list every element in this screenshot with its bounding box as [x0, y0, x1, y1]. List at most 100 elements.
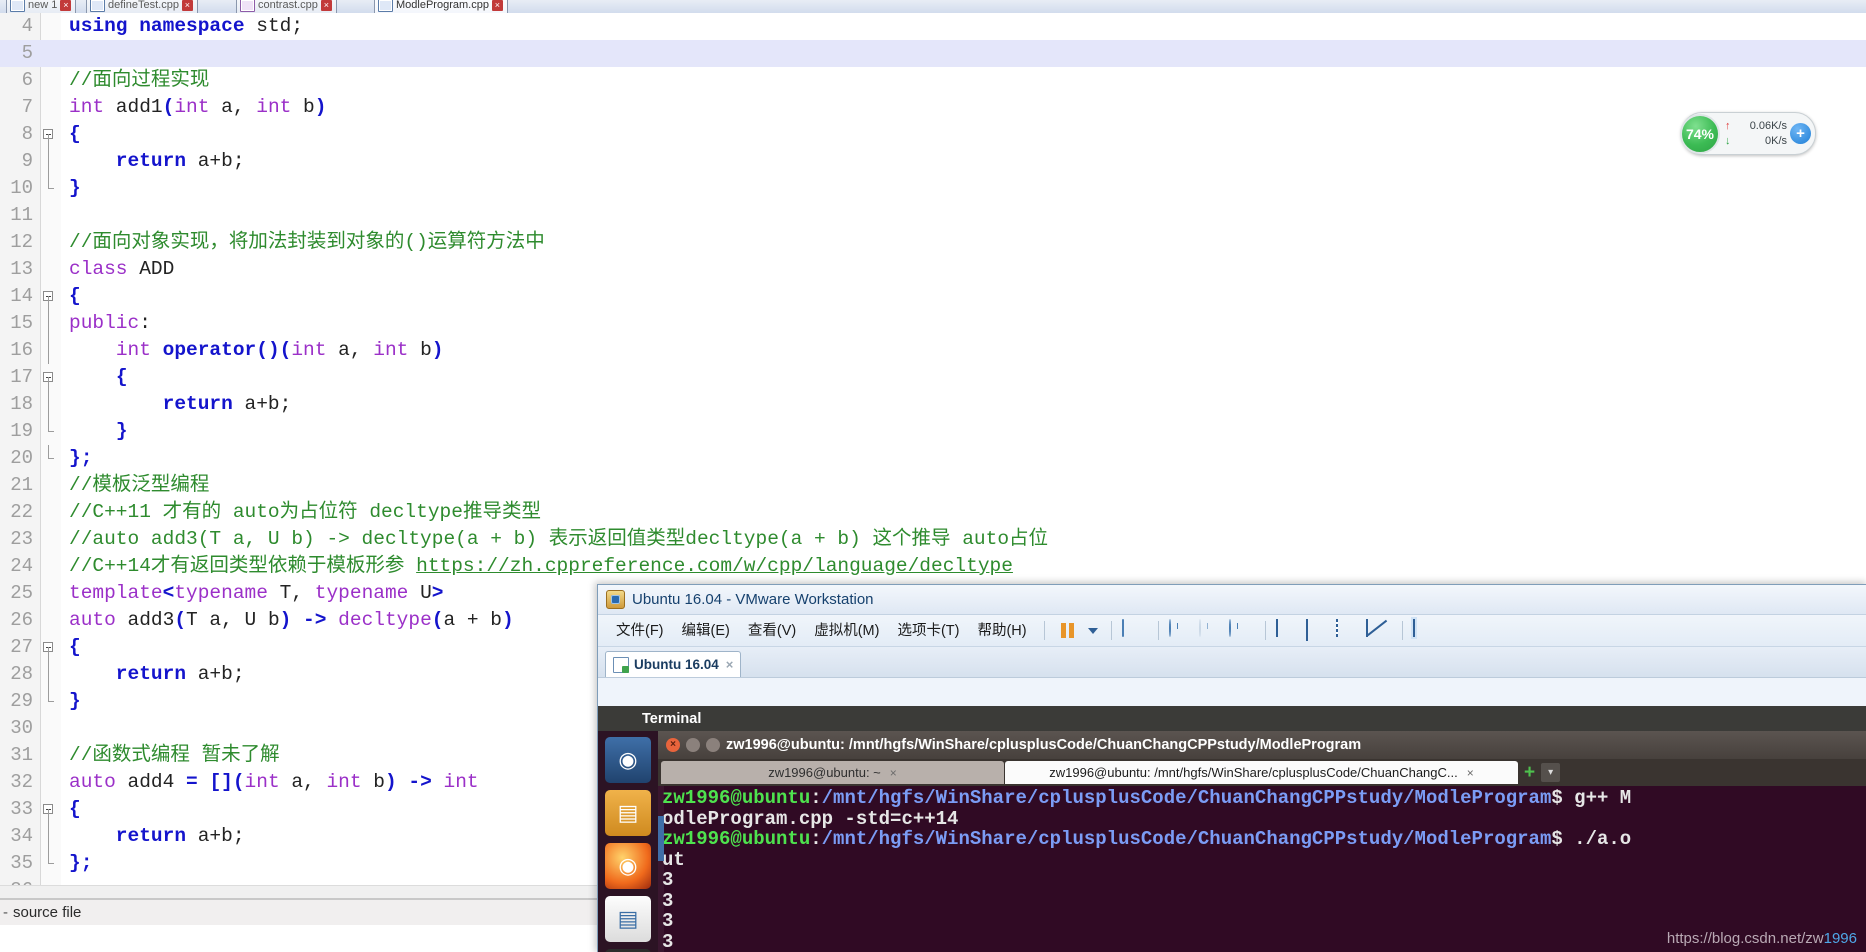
- ide-tab-modleprogram[interactable]: ModleProgram.cpp ×: [374, 0, 508, 13]
- terminal-tab-modleprogram[interactable]: zw1996@ubuntu: /mnt/hgfs/WinShare/cplusp…: [1005, 761, 1518, 784]
- code-line[interactable]: 8{: [0, 121, 1866, 148]
- code-token: }: [69, 690, 81, 712]
- code-line[interactable]: 13 class ADD: [0, 256, 1866, 283]
- code-line[interactable]: 24 //C++14才有返回类型依赖于模板形参 https://zh.cppref…: [0, 553, 1866, 580]
- menu-tabs[interactable]: 选项卡(T): [888, 620, 968, 642]
- code-line[interactable]: 18 return a+b;: [0, 391, 1866, 418]
- unity-top-panel: Terminal: [598, 706, 1866, 731]
- code-token: add4: [115, 771, 187, 793]
- close-icon[interactable]: ×: [1467, 766, 1474, 780]
- console-view-icon[interactable]: [1412, 618, 1439, 642]
- fold-marker[interactable]: [40, 823, 61, 850]
- vm-tab-ubuntu[interactable]: Ubuntu 16.04 ×: [605, 651, 742, 677]
- menu-edit[interactable]: 编辑(E): [673, 620, 739, 642]
- fold-marker[interactable]: [40, 445, 61, 472]
- chevron-down-icon[interactable]: ▾: [1541, 763, 1561, 782]
- terminal-wrapped-text: ut: [662, 848, 685, 871]
- unity-mode-icon[interactable]: [1365, 618, 1392, 642]
- close-icon[interactable]: ×: [726, 657, 734, 672]
- fold-marker[interactable]: [40, 148, 61, 175]
- code-line[interactable]: 10}: [0, 175, 1866, 202]
- menu-vm[interactable]: 虚拟机(M): [805, 620, 888, 642]
- guest-os-screen[interactable]: Terminal ◉ ▤ ◉ ▤ >_: [598, 706, 1866, 952]
- close-icon[interactable]: ×: [60, 0, 72, 11]
- code-line[interactable]: 11: [0, 202, 1866, 229]
- code-line[interactable]: 20};: [0, 445, 1866, 472]
- fold-marker[interactable]: [40, 337, 61, 364]
- ubuntu-dash-icon[interactable]: ◉: [605, 737, 651, 783]
- ide-tab-contrast[interactable]: contrast.cpp ×: [236, 0, 337, 13]
- code-line[interactable]: 19 }: [0, 418, 1866, 445]
- chevron-down-icon[interactable]: [1087, 627, 1098, 634]
- code-line[interactable]: 14 {: [0, 283, 1866, 310]
- vmware-vm-tab-bar[interactable]: Ubuntu 16.04 ×: [598, 647, 1866, 678]
- code-line[interactable]: 15 public:: [0, 310, 1866, 337]
- ide-tab-definetest[interactable]: defineTest.cpp ×: [86, 0, 198, 13]
- code-line[interactable]: 9 return a+b;: [0, 148, 1866, 175]
- close-icon[interactable]: ×: [666, 738, 680, 752]
- code-line[interactable]: 22 //C++11 才有的 auto为占位符 decltype推导类型: [0, 499, 1866, 526]
- firefox-icon[interactable]: ◉: [605, 843, 651, 889]
- code-line[interactable]: 16 int operator()(int a, int b): [0, 337, 1866, 364]
- fold-marker[interactable]: [40, 688, 61, 715]
- unity-launcher[interactable]: ◉ ▤ ◉ ▤ >_: [598, 731, 658, 952]
- fold-marker[interactable]: [40, 796, 61, 823]
- fold-marker[interactable]: [40, 175, 61, 202]
- fold-marker[interactable]: [40, 283, 61, 310]
- code-token: typename: [314, 582, 409, 604]
- ide-tab-new1[interactable]: new 1 ×: [6, 0, 77, 13]
- code-text: {: [61, 283, 1866, 310]
- vmware-window[interactable]: Ubuntu 16.04 - VMware Workstation 文件(F) …: [597, 584, 1866, 952]
- files-icon[interactable]: ▤: [605, 790, 651, 836]
- code-line[interactable]: 21 //模板泛型编程: [0, 472, 1866, 499]
- terminal-window[interactable]: × zw1996@ubuntu: /mnt/hgfs/WinShare/cplu…: [658, 731, 1866, 952]
- minimize-icon[interactable]: [686, 738, 700, 752]
- new-tab-icon[interactable]: +: [1519, 762, 1540, 784]
- code-line[interactable]: 23 //auto add3(T a, U b) -> decltype(a + …: [0, 526, 1866, 553]
- snapshot-take-icon[interactable]: [1168, 618, 1195, 642]
- document-icon[interactable]: ▤: [605, 896, 651, 942]
- close-icon[interactable]: ×: [890, 766, 897, 780]
- fold-marker[interactable]: [40, 418, 61, 445]
- fullscreen-icon[interactable]: [1335, 618, 1362, 642]
- menu-help[interactable]: 帮助(H): [968, 620, 1035, 642]
- code-line[interactable]: 5: [0, 40, 1866, 67]
- code-link[interactable]: https://zh.cppreference.com/w/cpp/langua…: [416, 555, 1013, 577]
- fold-marker[interactable]: [40, 391, 61, 418]
- menu-view[interactable]: 查看(V): [739, 620, 805, 642]
- menu-file[interactable]: 文件(F): [607, 620, 673, 642]
- terminal-tab-home[interactable]: zw1996@ubuntu: ~ ×: [661, 761, 1004, 784]
- fold-marker[interactable]: [40, 364, 61, 391]
- fold-marker[interactable]: [40, 121, 61, 148]
- code-line[interactable]: 6 //面向过程实现: [0, 67, 1866, 94]
- show-sidebar-icon[interactable]: [1275, 618, 1302, 642]
- code-token: a+b;: [232, 393, 292, 415]
- pause-icon[interactable]: [1055, 620, 1081, 642]
- vmware-menu-bar[interactable]: 文件(F) 编辑(E) 查看(V) 虚拟机(M) 选项卡(T) 帮助(H): [598, 615, 1866, 647]
- code-line[interactable]: 4 using namespace std;: [0, 13, 1866, 40]
- code-line[interactable]: 12 //面向对象实现，将加法封装到对象的()运算符方法中: [0, 229, 1866, 256]
- close-icon[interactable]: ×: [181, 0, 193, 11]
- toolbar-divider: [1264, 621, 1266, 640]
- terminal-scrollbar[interactable]: [658, 786, 664, 952]
- close-icon[interactable]: ×: [491, 0, 503, 11]
- power-options-icon[interactable]: [1121, 618, 1148, 642]
- close-icon[interactable]: ×: [320, 0, 332, 11]
- terminal-colon: :: [810, 787, 822, 809]
- code-token: //函数式编程 暂未了解: [69, 744, 280, 766]
- code-line[interactable]: 17 {: [0, 364, 1866, 391]
- terminal-output[interactable]: zw1996@ubuntu:/mnt/hgfs/WinShare/cpluspl…: [658, 786, 1866, 952]
- code-line[interactable]: 7 int add1(int a, int b): [0, 94, 1866, 121]
- terminal-tab-bar[interactable]: zw1996@ubuntu: ~ × zw1996@ubuntu: /mnt/h…: [658, 759, 1866, 786]
- network-monitor-widget[interactable]: 74% ↑ 0.06K/s ↓ 0K/s +: [1680, 112, 1816, 155]
- ide-tab-label: contrast.cpp: [258, 0, 318, 11]
- fold-marker[interactable]: [40, 310, 61, 337]
- snapshot-manager-icon[interactable]: [1228, 618, 1255, 642]
- fold-marker[interactable]: [40, 634, 61, 661]
- maximize-icon[interactable]: [706, 738, 720, 752]
- show-thumbnail-bar-icon[interactable]: [1305, 618, 1332, 642]
- expand-widget-button[interactable]: +: [1790, 123, 1811, 144]
- fold-marker[interactable]: [40, 850, 61, 877]
- fold-marker[interactable]: [40, 661, 61, 688]
